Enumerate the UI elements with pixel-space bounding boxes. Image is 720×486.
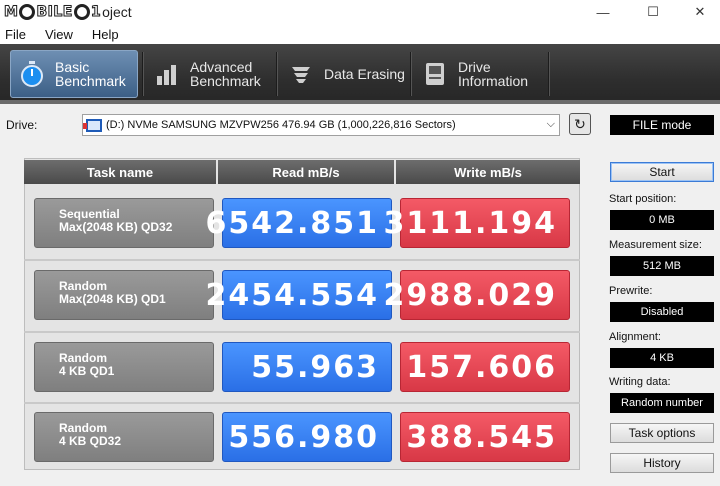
measurement-size-label: Measurement size:	[609, 239, 702, 251]
read-result: 6542.851	[205, 198, 392, 248]
window-title: oject	[102, 4, 132, 20]
results-header: Task name Read mB/s Write mB/s	[24, 160, 580, 184]
history-button[interactable]: History	[610, 453, 714, 473]
header-read: Read mB/s	[218, 160, 396, 184]
alignment-value[interactable]: 4 KB	[610, 348, 714, 368]
prewrite-label: Prewrite:	[609, 285, 653, 297]
tab-divider	[548, 52, 550, 96]
toolbar-divider	[0, 100, 720, 104]
measurement-size-value[interactable]: 512 MB	[610, 256, 714, 276]
task-button[interactable]: Random Max(2048 KB) QD1	[34, 270, 214, 320]
minimize-button[interactable]: —	[580, 0, 626, 24]
drive-select[interactable]: (D:) NVMe SAMSUNG MZVPW256 476.94 GB (1,…	[82, 114, 560, 136]
stopwatch-icon	[19, 61, 45, 87]
drive-icon	[83, 118, 102, 132]
tab-divider	[410, 52, 412, 96]
start-position-label: Start position:	[609, 193, 677, 205]
read-result: 55.963	[222, 342, 392, 392]
tab-advanced-line2: Benchmark	[190, 73, 261, 89]
write-value: 388.545	[406, 420, 557, 455]
app-logo: M BILE 1 oject	[3, 3, 132, 21]
tab-basic-benchmark[interactable]: Basic Benchmark	[10, 50, 138, 98]
write-value: 3111.194	[383, 206, 557, 241]
close-icon: ✕	[694, 4, 706, 19]
task-line2: Max(2048 KB) QD1	[59, 292, 166, 306]
write-result: 388.545	[400, 412, 570, 462]
menu-bar: File View Help	[0, 24, 720, 44]
file-mode-indicator[interactable]: FILE mode	[610, 115, 714, 135]
task-button[interactable]: Sequential Max(2048 KB) QD32	[34, 198, 214, 248]
tab-drive-line1: Drive	[458, 59, 491, 75]
prewrite-value[interactable]: Disabled	[610, 302, 714, 322]
table-row: Random 4 KB QD32 556.980 388.545	[24, 402, 580, 472]
minimize-icon: —	[596, 4, 610, 20]
table-row: Random Max(2048 KB) QD1 2454.554 2988.02…	[24, 260, 580, 330]
table-row: Random 4 KB QD1 55.963 157.606	[24, 332, 580, 402]
start-position-value[interactable]: 0 MB	[610, 210, 714, 230]
writing-data-value[interactable]: Random number	[610, 393, 714, 413]
toolbar: Basic Benchmark Advanced Benchmark Data …	[0, 44, 720, 104]
logo-ring	[19, 4, 36, 20]
refresh-icon: ↻	[574, 115, 586, 132]
write-result: 2988.029	[383, 270, 570, 320]
app-window: M BILE 1 oject — ☐ ✕ File View Help Basi…	[0, 0, 720, 486]
alignment-label: Alignment:	[609, 331, 661, 343]
menu-help[interactable]: Help	[80, 27, 126, 42]
read-result: 2454.554	[205, 270, 392, 320]
tab-data-erasing[interactable]: Data Erasing	[280, 50, 408, 98]
logo-text-suffix: 1	[90, 4, 102, 21]
maximize-button[interactable]: ☐	[630, 0, 676, 24]
tab-advanced-line1: Advanced	[190, 59, 253, 75]
read-value: 55.963	[251, 350, 379, 385]
logo-text-prefix: M	[3, 4, 19, 21]
start-button[interactable]: Start	[610, 162, 714, 182]
tab-basic-line2: Benchmark	[55, 73, 126, 89]
task-button[interactable]: Random 4 KB QD1	[34, 342, 214, 392]
eraser-icon	[288, 61, 314, 87]
write-value: 2988.029	[383, 278, 557, 313]
tab-drive-information[interactable]: Drive Information	[414, 50, 546, 98]
header-write: Write mB/s	[396, 160, 580, 184]
read-value: 556.980	[228, 420, 379, 455]
chevron-down-icon: ⌵	[546, 118, 555, 130]
close-button[interactable]: ✕	[677, 0, 720, 24]
tab-advanced-benchmark[interactable]: Advanced Benchmark	[146, 50, 274, 98]
task-line2: 4 KB QD32	[59, 434, 122, 448]
tab-drive-line2: Information	[458, 73, 529, 89]
tab-divider	[276, 52, 278, 96]
task-line2: 4 KB QD1	[59, 364, 115, 378]
drive-selected-text: (D:) NVMe SAMSUNG MZVPW256 476.94 GB (1,…	[106, 119, 456, 131]
read-value: 2454.554	[205, 278, 379, 313]
tab-divider	[142, 52, 144, 96]
task-options-button[interactable]: Task options	[610, 423, 714, 443]
write-value: 157.606	[406, 350, 557, 385]
task-button[interactable]: Random 4 KB QD32	[34, 412, 214, 462]
maximize-icon: ☐	[647, 4, 659, 19]
read-value: 6542.851	[205, 206, 379, 241]
tab-erasing-line1: Data Erasing	[324, 66, 405, 82]
drive-info-icon	[422, 61, 448, 87]
menu-file[interactable]: File	[0, 27, 33, 42]
header-task-name: Task name	[24, 160, 218, 184]
drive-label: Drive:	[6, 118, 38, 132]
refresh-button[interactable]: ↻	[569, 113, 591, 135]
writing-data-label: Writing data:	[609, 376, 671, 388]
task-line2: Max(2048 KB) QD32	[59, 220, 173, 234]
title-bar: M BILE 1 oject — ☐ ✕	[0, 0, 720, 24]
write-result: 157.606	[400, 342, 570, 392]
logo-text-mid: BILE	[36, 4, 73, 21]
tab-basic-line1: Basic	[55, 59, 90, 75]
logo-ring	[73, 4, 90, 20]
read-result: 556.980	[222, 412, 392, 462]
write-result: 3111.194	[383, 198, 570, 248]
table-row: Sequential Max(2048 KB) QD32 6542.851 31…	[24, 188, 580, 258]
menu-view[interactable]: View	[33, 27, 80, 42]
bar-chart-icon	[154, 61, 180, 87]
